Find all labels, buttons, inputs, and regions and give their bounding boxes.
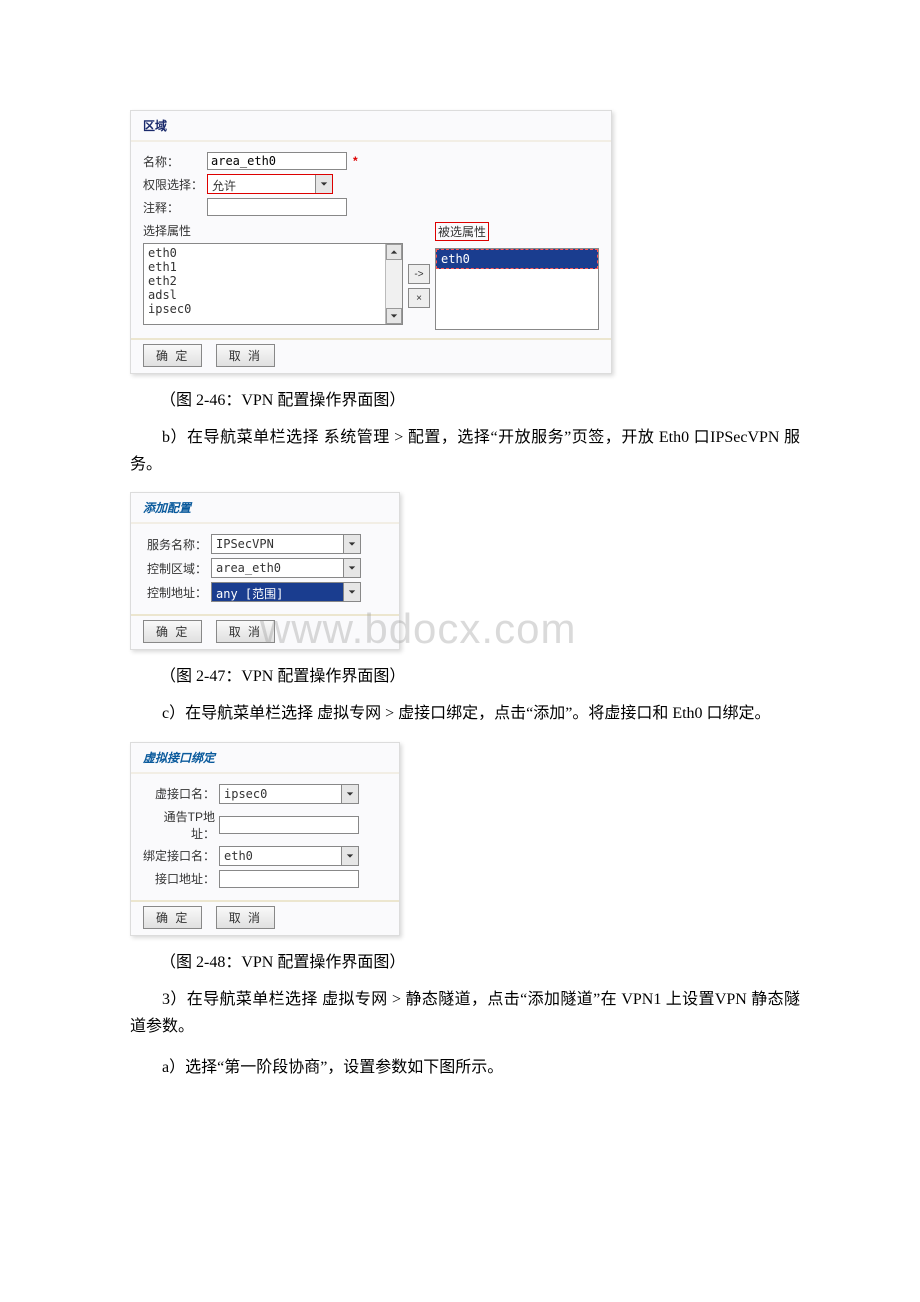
figure-caption: （图 2-48：VPN 配置操作界面图） (160, 948, 800, 972)
ifaddr-input[interactable] (219, 870, 359, 888)
label-bif: 绑定接口名： (143, 847, 219, 864)
chevron-down-icon (341, 785, 358, 803)
bif-select[interactable]: eth0 (219, 846, 359, 866)
ok-button[interactable]: 确 定 (143, 620, 202, 643)
panel-title: 添加配置 (131, 493, 399, 524)
addr-select-value: any [范围] (212, 583, 343, 601)
list-item[interactable]: eth2 (148, 274, 381, 288)
required-mark: * (353, 154, 358, 168)
paragraph: c）在导航菜单栏选择 虚拟专网 > 虚接口绑定，点击“添加”。将虚接口和 Eth… (130, 700, 800, 727)
tip-input[interactable] (219, 816, 359, 834)
perm-select[interactable]: 允许 (207, 174, 333, 194)
chevron-down-icon (341, 847, 358, 865)
list-item[interactable]: ipsec0 (148, 302, 381, 316)
cancel-button[interactable]: 取 消 (216, 344, 275, 367)
list-item[interactable]: eth0 (148, 246, 381, 260)
chevron-down-icon (343, 559, 360, 577)
label-selected-attr: 被选属性 (435, 222, 489, 241)
remove-button[interactable]: × (408, 288, 430, 308)
zone-panel: 区域 名称： * 权限选择： 允许 注释： (130, 110, 612, 374)
cancel-button[interactable]: 取 消 (216, 620, 275, 643)
scroll-down-icon[interactable] (386, 308, 402, 324)
label-comment: 注释： (143, 199, 207, 216)
label-ifaddr: 接口地址： (143, 870, 219, 887)
paragraph: a）选择“第一阶段协商”，设置参数如下图所示。 (130, 1054, 800, 1081)
panel-title: 虚拟接口绑定 (131, 743, 399, 774)
ok-button[interactable]: 确 定 (143, 344, 202, 367)
perm-select-value: 允许 (208, 175, 315, 193)
add-button[interactable]: -> (408, 264, 430, 284)
label-perm: 权限选择： (143, 176, 207, 193)
scrollbar[interactable] (385, 244, 402, 324)
chevron-down-icon (315, 175, 332, 193)
selected-listbox[interactable]: eth0 (435, 248, 599, 330)
ok-button[interactable]: 确 定 (143, 906, 202, 929)
bif-select-value: eth0 (220, 847, 341, 865)
panel-title: 区域 (131, 111, 611, 142)
cancel-button[interactable]: 取 消 (216, 906, 275, 929)
vif-select[interactable]: ipsec0 (219, 784, 359, 804)
add-config-panel: 添加配置 服务名称： IPSecVPN 控制区域： area_eth0 控制地址… (130, 492, 400, 650)
list-item[interactable]: eth1 (148, 260, 381, 274)
vif-select-value: ipsec0 (220, 785, 341, 803)
list-item[interactable]: adsl (148, 288, 381, 302)
label-vif: 虚接口名： (143, 785, 219, 802)
label-name: 名称： (143, 153, 207, 170)
service-select-value: IPSecVPN (212, 535, 343, 553)
paragraph: b）在导航菜单栏选择 系统管理 > 配置，选择“开放服务”页签，开放 Eth0 … (130, 424, 800, 478)
list-item-selected[interactable]: eth0 (436, 249, 598, 269)
comment-input[interactable] (207, 198, 347, 216)
label-service: 服务名称： (143, 536, 211, 553)
chevron-down-icon (343, 583, 360, 601)
label-addr: 控制地址： (143, 584, 211, 601)
figure-caption: （图 2-47：VPN 配置操作界面图） (160, 662, 800, 686)
virtual-if-panel: 虚拟接口绑定 虚接口名： ipsec0 通告TP地址： 绑定接口名： eth0 (130, 742, 400, 936)
area-select[interactable]: area_eth0 (211, 558, 361, 578)
figure-caption: （图 2-46：VPN 配置操作界面图） (160, 386, 800, 410)
addr-select[interactable]: any [范围] (211, 582, 361, 602)
label-area: 控制区域： (143, 560, 211, 577)
paragraph: 3）在导航菜单栏选择 虚拟专网 > 静态隧道，点击“添加隧道”在 VPN1 上设… (130, 986, 800, 1040)
service-select[interactable]: IPSecVPN (211, 534, 361, 554)
chevron-down-icon (343, 535, 360, 553)
scroll-up-icon[interactable] (386, 244, 402, 260)
area-select-value: area_eth0 (212, 559, 343, 577)
label-tip: 通告TP地址： (143, 808, 219, 842)
attr-listbox[interactable]: eth0 eth1 eth2 adsl ipsec0 (143, 243, 403, 325)
name-input[interactable] (207, 152, 347, 170)
label-select-attr: 选择属性 (143, 222, 403, 239)
